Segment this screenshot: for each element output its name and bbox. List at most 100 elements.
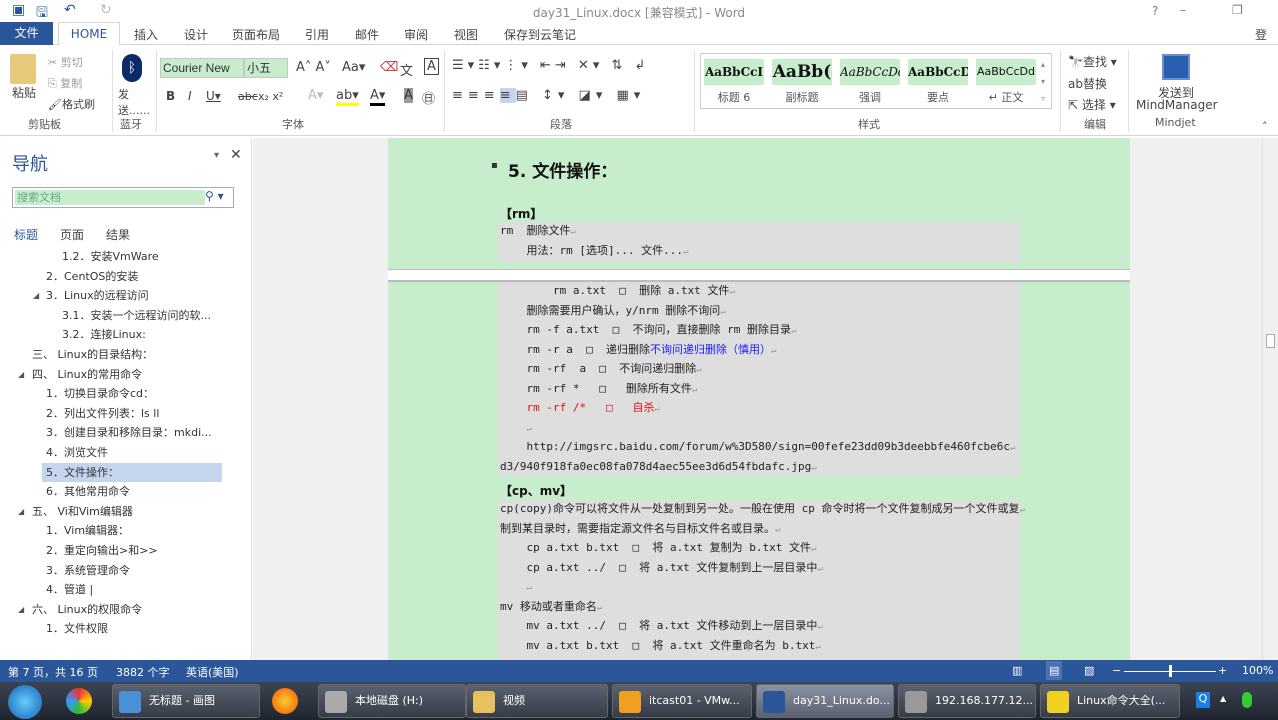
nav-item[interactable]: 6．其他常用命令 [46,482,130,501]
styles-scroll[interactable]: ▴ ▾ ▿ [1041,56,1051,107]
taskbar-item[interactable]: 无标题 - 画图 [112,684,260,718]
copy-button[interactable]: ⎘ 复制 [48,75,82,91]
bluetooth-send-button[interactable]: 发送...... [118,86,150,118]
paste-icon[interactable] [10,54,36,84]
tab-home[interactable]: HOME [58,22,120,46]
zoom-in-button[interactable]: + [1218,664,1227,677]
taskbar-item[interactable]: Linux命令大全(... [1040,684,1180,718]
taskbar-item[interactable]: 视频 [466,684,608,718]
enclose-char-icon[interactable]: ㊐ [422,88,435,107]
char-border-icon[interactable]: A [424,58,439,75]
taskbar-item[interactable]: day31_Linux.do... [756,684,894,718]
align-icons[interactable]: ≡≡≡≡▤ ↕▾ ◪▾ ▦▾ [452,88,645,103]
nav-item[interactable]: 2．重定向输出>和>> [46,541,158,560]
app-pinned-icon[interactable] [66,688,92,714]
zoom-slider-thumb[interactable] [1169,665,1172,677]
tab-save-cloud[interactable]: 保存到云笔记 [504,26,576,43]
font-name-select[interactable]: Courier New [160,58,244,78]
word-count[interactable]: 3882 个字 [116,664,170,680]
expand-icon[interactable]: ◢ [33,291,39,300]
strikethrough-icon[interactable]: abc [238,90,258,103]
style-subtitle[interactable]: AaBb( [772,59,832,85]
tab-layout[interactable]: 页面布局 [232,26,280,43]
tab-review[interactable]: 审阅 [404,26,428,43]
nav-item[interactable]: 5．文件操作： [42,462,222,482]
select-button[interactable]: ⇱ 选择 ▾ [1068,96,1116,113]
qq-tray-icon[interactable]: Q [1196,692,1210,708]
mindmanager-button[interactable]: MindManager [1136,98,1218,112]
nav-tab-headings[interactable]: 标题 [14,226,38,243]
phonetic-icon[interactable]: 文 [400,60,413,79]
read-mode-icon[interactable]: ▥ [1012,664,1022,677]
mindmanager-icon[interactable] [1162,54,1190,80]
nav-item[interactable]: 3．创建目录和移除目录：mkdi... [46,423,212,442]
nav-item[interactable]: 1．Vim编辑器： [46,521,129,540]
format-painter-button[interactable]: 🖌格式刷 [48,96,95,112]
tab-references[interactable]: 引用 [305,26,329,43]
find-button[interactable]: 🔭查找 ▾ [1068,53,1117,70]
nav-item[interactable]: 六、 Linux的权限命令 [32,600,142,619]
start-button[interactable] [8,685,42,719]
tab-mailings[interactable]: 邮件 [355,26,379,43]
grow-font-icon[interactable]: A˄ A˅ [296,60,331,75]
nav-options-icon[interactable]: ▾ [214,150,219,161]
nav-item[interactable]: 1．文件权限 [46,619,108,638]
nav-item[interactable]: 4．管道 | [46,580,93,599]
help-button[interactable]: ? [1152,4,1158,18]
text-effects-icon[interactable]: A▾ [308,88,323,103]
firefox-icon[interactable] [272,688,298,714]
highlight-icon[interactable]: ab▾ [336,88,359,106]
language[interactable]: 英语(美国) [186,664,239,680]
page-count[interactable]: 第 7 页，共 16 页 [8,664,98,680]
clear-format-icon[interactable]: ⌫ [380,60,398,75]
nav-item[interactable]: 3.2．连接Linux: [62,325,146,344]
font-color-icon[interactable]: A▾ [370,88,386,106]
tab-file[interactable]: 文件 [0,22,53,45]
taskbar-item[interactable]: 本地磁盘 (H:) [318,684,466,718]
nav-item[interactable]: 五、 Vi和Vim编辑器 [32,502,133,521]
vertical-scrollbar[interactable] [1262,138,1278,660]
change-case-icon[interactable]: Aa▾ [342,60,365,75]
network-tray-icon[interactable] [1242,692,1252,708]
minimize-button[interactable]: – [1180,3,1186,17]
nav-item[interactable]: 四、 Linux的常用命令 [32,365,142,384]
nav-item[interactable]: 2．列出文件列表：ls ll [46,404,159,423]
tab-view[interactable]: 视图 [454,26,478,43]
scrollbar-thumb[interactable] [1266,334,1275,348]
style-emphasis[interactable]: AaBbCcDd [840,59,900,85]
font-size-select[interactable]: 小五 [244,58,288,78]
style-normal[interactable]: AaBbCcDd [976,59,1036,85]
style-strong[interactable]: AaBbCcD [908,59,968,85]
paste-button[interactable]: 粘贴 [12,84,36,101]
search-icon[interactable]: ⚲ ▾ [205,189,224,203]
nav-item[interactable]: 4．浏览文件 [46,443,108,462]
style-heading6[interactable]: AaBbCcI [704,59,764,85]
zoom-level[interactable]: 100% [1242,664,1273,677]
collapse-ribbon-icon[interactable]: ˄ [1262,120,1268,133]
zoom-out-button[interactable]: − [1112,664,1121,677]
nav-item[interactable]: 1．切换目录命令cd： [46,384,154,403]
nav-tab-pages[interactable]: 页面 [60,226,84,243]
subscript-icon[interactable]: x₂ x² [258,90,283,103]
print-layout-icon[interactable]: ▤ [1046,661,1063,680]
nav-item[interactable]: 3．Linux的远程访问 [46,286,149,305]
bold-icon[interactable]: B [166,89,175,103]
nav-search-input[interactable]: 搜索文档 ⚲ ▾ [12,187,234,208]
nav-item[interactable]: 3.1．安装一个远程访问的软... [62,306,211,325]
justify-icon[interactable]: ≡ [499,88,516,103]
expand-icon[interactable]: ◢ [18,507,24,516]
close-icon[interactable]: ✕ [230,147,242,163]
tab-design[interactable]: 设计 [184,26,208,43]
expand-icon[interactable]: ◢ [18,605,24,614]
web-layout-icon[interactable]: ▧ [1084,664,1094,677]
nav-tab-results[interactable]: 结果 [106,226,130,243]
nav-item[interactable]: 1.2．安装VmWare [62,247,159,266]
restore-button[interactable]: ❐ [1232,3,1243,17]
replace-button[interactable]: ab替换 [1068,75,1107,92]
nav-item[interactable]: 2．CentOS的安装 [46,267,138,286]
taskbar-item[interactable]: itcast01 - VMw... [612,684,752,718]
expand-icon[interactable]: ◢ [18,370,24,379]
italic-icon[interactable]: I [188,89,192,103]
tab-insert[interactable]: 插入 [134,26,158,43]
list-icons[interactable]: ☰▾☷▾⋮▾ ⇤⇥ ✕▾ ⇅ ↲ [452,58,649,73]
